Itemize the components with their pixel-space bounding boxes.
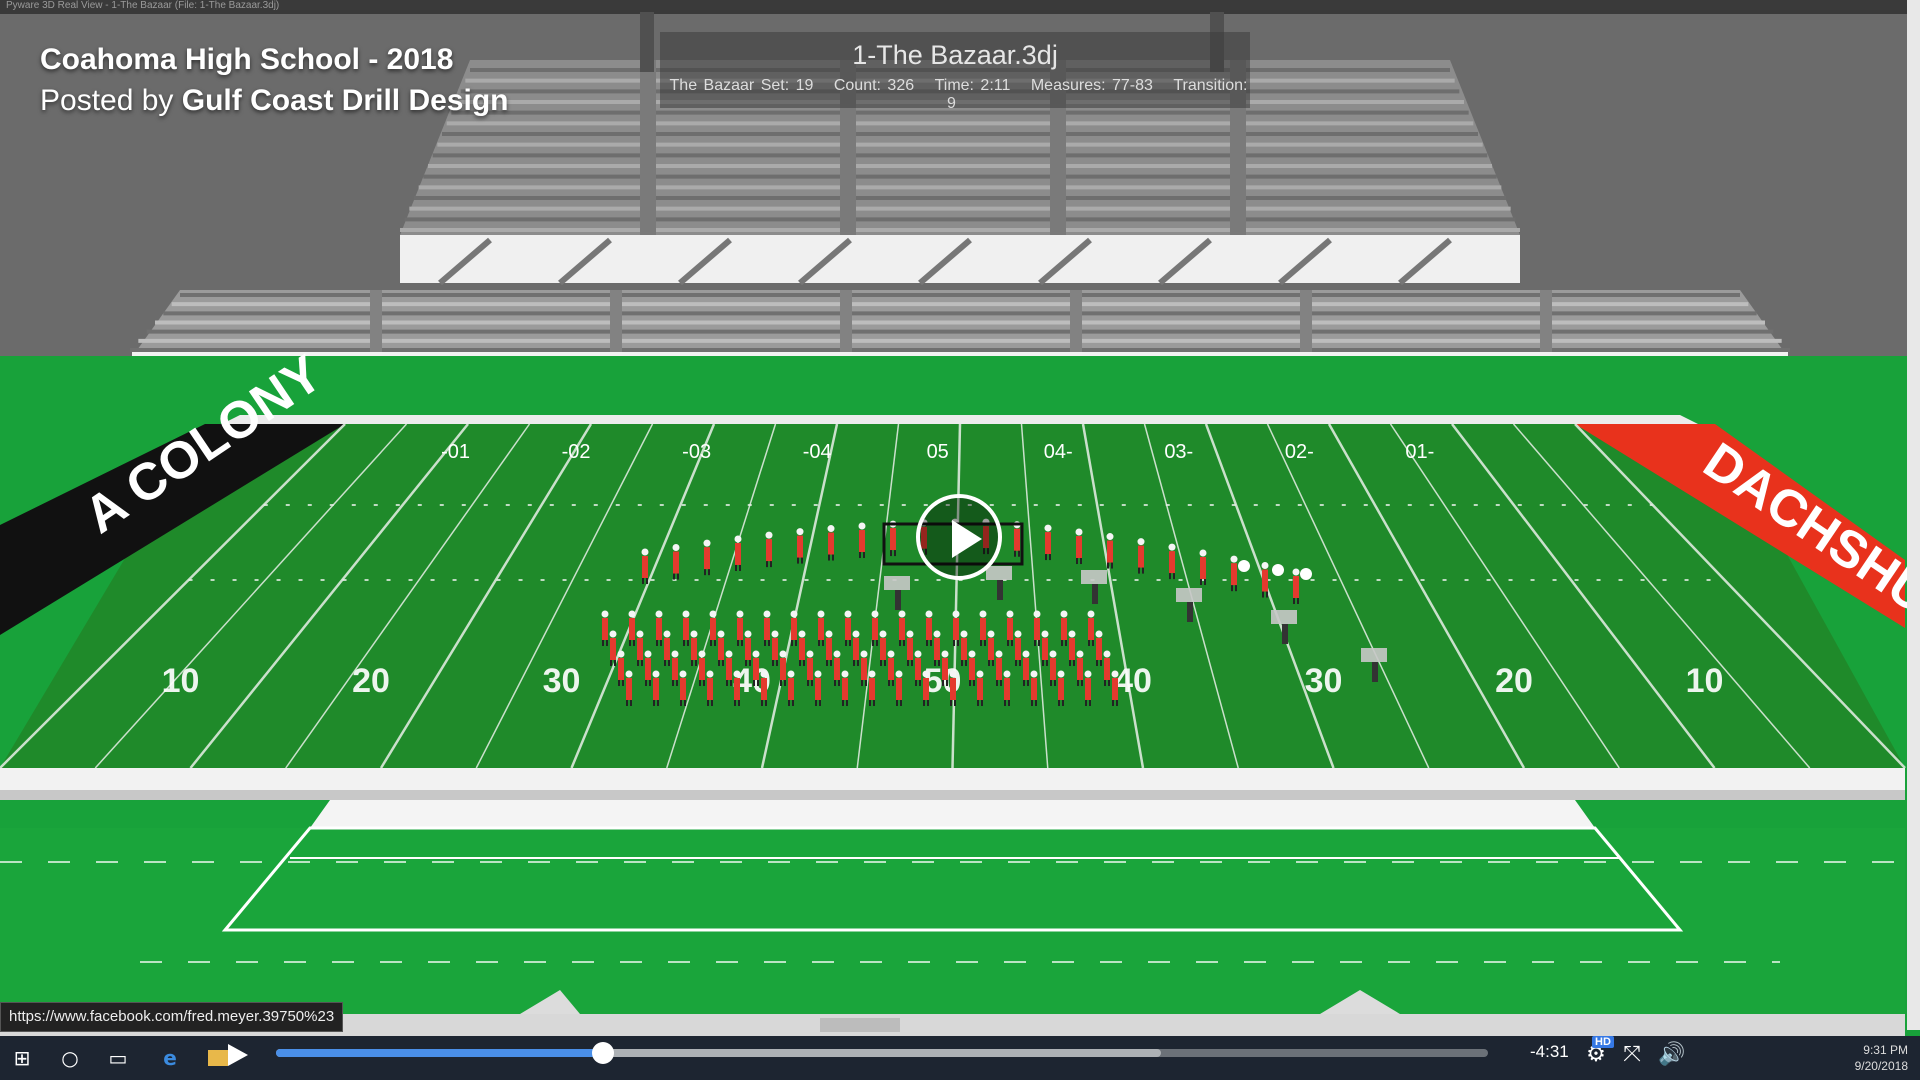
posted-by-line: Posted by Gulf Coast Drill Design xyxy=(40,80,508,122)
near-yard-number: 10 xyxy=(162,662,200,700)
drill-info-panel: 1-The Bazaar.3dj The Bazaar Set: 19 Coun… xyxy=(660,32,1250,112)
near-yard-number: 20 xyxy=(352,662,390,700)
near-yard-number: 30 xyxy=(543,662,581,700)
drill-set: The Bazaar Set: 19 xyxy=(669,77,814,94)
posted-by-prefix: Posted by xyxy=(40,84,174,117)
seek-progress xyxy=(276,1049,604,1057)
drum xyxy=(1272,564,1284,576)
video-title-overlay: Coahoma High School - 2018 Posted by Gul… xyxy=(40,40,508,122)
far-yard-number: -02 xyxy=(562,441,591,463)
far-yard-number: 05 xyxy=(927,441,949,463)
app-scrollbar[interactable] xyxy=(1907,0,1920,1030)
window-title: Pyware 3D Real View - 1-The Bazaar (File… xyxy=(6,0,280,11)
drill-file-name: 1-The Bazaar.3dj xyxy=(852,40,1058,70)
drill-count: Count: 326 xyxy=(833,77,915,94)
far-yard-number: 04- xyxy=(1044,441,1073,463)
windows-start-icon[interactable]: ⊞ xyxy=(10,1046,34,1070)
time-remaining: -4:31 xyxy=(1530,1042,1569,1061)
play-icon xyxy=(952,520,982,558)
drill-stats: The Bazaar Set: 19 Count: 326 Time: 2:11… xyxy=(660,77,1250,113)
far-yard-number: 01- xyxy=(1405,441,1434,463)
task-view-icon[interactable]: ▭ xyxy=(106,1046,130,1070)
far-yard-number: -01 xyxy=(441,441,470,463)
video-title: Coahoma High School - 2018 xyxy=(40,43,454,76)
search-icon[interactable]: ○ xyxy=(58,1046,82,1070)
far-yard-number: -04 xyxy=(803,441,832,463)
far-yard-number: -03 xyxy=(682,441,711,463)
volume-icon[interactable]: 🔊 xyxy=(1656,1040,1688,1070)
video-player[interactable]: A COLONY DACHSHU -01 -02 -03 -04 05 04- 03- 02-… xyxy=(0,0,1920,1080)
drill-measures: Measures: 77-83 xyxy=(1030,77,1153,94)
near-yard-number: 20 xyxy=(1495,662,1533,700)
near-yard-number: 10 xyxy=(1686,662,1724,700)
hd-badge: HD xyxy=(1592,1036,1614,1048)
drum xyxy=(1238,560,1250,572)
near-yard-number: 30 xyxy=(1305,662,1343,700)
drum xyxy=(1300,568,1312,580)
system-clock[interactable]: 9:31 PM 9/20/2018 xyxy=(1855,1042,1908,1074)
far-yard-number: 03- xyxy=(1164,441,1193,463)
clock-date: 9/20/2018 xyxy=(1854,1059,1908,1073)
edge-browser-icon[interactable]: e xyxy=(158,1046,182,1070)
posted-by-author[interactable]: Gulf Coast Drill Design xyxy=(182,84,509,117)
near-yard-number: 40 xyxy=(1114,662,1152,700)
far-yard-number: 02- xyxy=(1285,441,1314,463)
fullscreen-icon[interactable]: ⤧ xyxy=(1616,1040,1648,1070)
play-button[interactable] xyxy=(228,1044,248,1066)
seek-bar[interactable] xyxy=(276,1042,1488,1064)
drill-time: Time: 2:11 xyxy=(934,77,1011,94)
center-play-button[interactable] xyxy=(916,494,1002,580)
clock-time: 9:31 PM xyxy=(1863,1043,1908,1057)
file-explorer-icon[interactable] xyxy=(208,1050,228,1066)
link-tooltip: https://www.facebook.com/fred.meyer.3975… xyxy=(0,1002,344,1032)
